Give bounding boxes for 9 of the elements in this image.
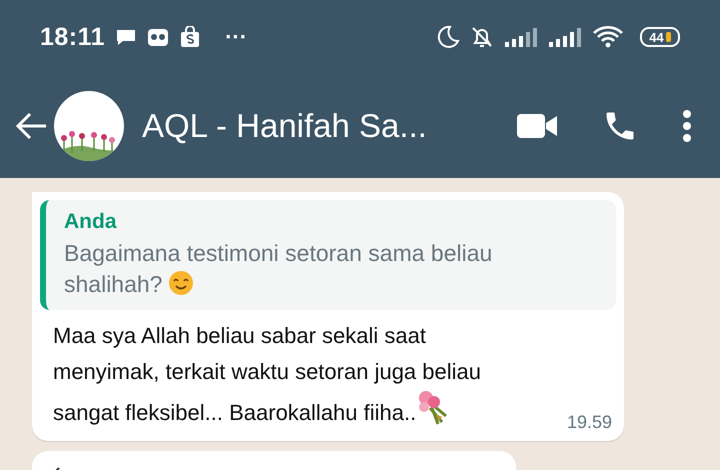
quote-author: Anda bbox=[64, 210, 118, 234]
chat-title[interactable]: AQL - Hanifah Sa... bbox=[142, 107, 472, 145]
status-time: 18:11 bbox=[40, 22, 106, 52]
message-time: 19.59 bbox=[566, 412, 612, 433]
message-text: Maa sya Allah beliau sabar sekali saat menyimak, terkait waktu setoran juga beliau sangat fleksibel... Baarokallahu fiiha.. bbox=[53, 323, 481, 425]
battery-level: 44 bbox=[640, 27, 680, 47]
more-notifications: ··· bbox=[225, 24, 248, 50]
quote-text: Bagaimana testimoni setoran sama beliau shalihah? bbox=[64, 239, 494, 299]
quoted-message[interactable]: Anda Bagaimana testimoni setoran sama beliau shalihah? bbox=[40, 200, 616, 310]
